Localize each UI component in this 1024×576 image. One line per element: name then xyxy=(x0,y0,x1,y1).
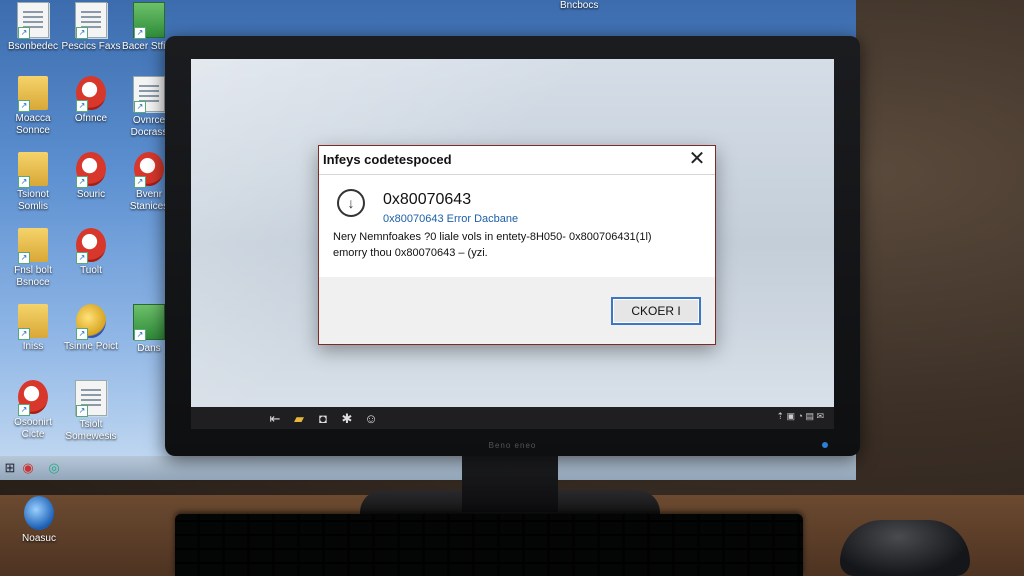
desktop-icon-label: Tuolt xyxy=(80,265,102,276)
document-icon: ↗ xyxy=(75,380,107,417)
back-icon[interactable]: ⇤ xyxy=(267,411,283,427)
desktop-icon[interactable]: ↗ Tuolt xyxy=(60,228,122,277)
desktop-icon[interactable]: ↗ Bsonbedec xyxy=(2,2,64,53)
dialog-body: ↓ 0x80070643 0x80070643 Error Dacbane Ne… xyxy=(319,175,715,277)
desktop-icon-label: Pescics Faxs xyxy=(61,41,121,52)
shortcut-arrow-icon: ↗ xyxy=(18,100,30,112)
power-led xyxy=(822,442,828,448)
desktop-icon[interactable]: ↗ Osoonirt Cicte xyxy=(2,380,64,441)
app-red-icon: ↗ xyxy=(76,76,106,112)
document-icon: ↗ xyxy=(17,2,49,39)
windows-icon[interactable]: ⊞ xyxy=(2,460,18,476)
browser-icon[interactable]: ◎ xyxy=(46,460,62,476)
desktop-icon[interactable]: ↗ Ofnnce xyxy=(60,76,122,125)
app-red-icon: ↗ xyxy=(18,380,48,416)
desktop-icon[interactable]: ↗ Moacca Sonnce xyxy=(2,76,64,137)
app-red-icon: ↗ xyxy=(76,152,106,188)
background-taskbar: ⊞ ◉ ◎ xyxy=(0,456,856,480)
app-green-icon: ↗ xyxy=(133,2,165,39)
desktop-icon-label: Osoonirt Cicte xyxy=(14,417,52,440)
monitor: Infeys codetespoced ✕ ↓ 0x80070643 0x800… xyxy=(165,36,860,456)
shortcut-arrow-icon: ↗ xyxy=(76,176,88,188)
desktop-icon[interactable]: ↗ Tsinne Poict xyxy=(60,304,122,353)
desktop-icon[interactable]: ↗ Souric xyxy=(60,152,122,201)
desktop-icon-label: Bsonbedec xyxy=(7,41,59,52)
desktop-top-label: Bncbocs xyxy=(560,0,599,11)
folder-icon: ↗ xyxy=(18,304,48,340)
desktop-icon-label: Moacca Sonnce xyxy=(15,113,51,136)
ok-button[interactable]: CKOER I xyxy=(611,297,701,325)
keyboard xyxy=(175,514,803,576)
shortcut-arrow-icon: ↗ xyxy=(134,176,146,188)
camera-icon[interactable]: ◘ xyxy=(315,411,331,427)
desktop-icon-label: Tsiolt Somewesis xyxy=(65,419,117,442)
desktop-icon[interactable]: ↗ Fnsl bolt Bsnoce xyxy=(2,228,64,289)
error-subtitle-link[interactable]: 0x80070643 Error Dacbane xyxy=(383,213,518,225)
desktop-icon-label: Noasuc xyxy=(22,533,56,544)
app-red-icon: ↗ xyxy=(76,228,106,264)
app-yellow-icon: ↗ xyxy=(76,304,106,340)
desktop-icon-label: Tsionot Somlis xyxy=(17,189,49,212)
mouse xyxy=(840,520,970,576)
error-message-line-2: emorry thou 0x80070643 – (yzi. xyxy=(333,247,488,259)
user-icon[interactable]: ☺ xyxy=(363,411,379,427)
shortcut-arrow-icon: ↗ xyxy=(134,101,146,113)
download-info-icon: ↓ xyxy=(337,189,365,217)
shortcut-arrow-icon: ↗ xyxy=(76,328,88,340)
desktop-icon-label: Souric xyxy=(76,189,106,200)
desktop-icon-label: Fnsl bolt Bsnoce xyxy=(14,265,52,288)
dialog-title: Infeys codetespoced xyxy=(323,152,452,167)
shortcut-arrow-icon: ↗ xyxy=(76,405,88,417)
shortcut-arrow-icon: ↗ xyxy=(18,27,30,39)
shortcut-arrow-icon: ↗ xyxy=(76,27,88,39)
shortcut-arrow-icon: ↗ xyxy=(76,100,88,112)
shortcut-arrow-icon: ↗ xyxy=(18,252,30,264)
shortcut-arrow-icon: ↗ xyxy=(76,252,88,264)
monitor-screen: Infeys codetespoced ✕ ↓ 0x80070643 0x800… xyxy=(191,59,834,429)
dialog-titlebar: Infeys codetespoced ✕ xyxy=(319,146,715,175)
screen-taskbar: ⇤ ▰ ◘ ✱ ☺ ⇡ ▣ ◔ ▤ ✉ xyxy=(191,407,834,429)
system-tray[interactable]: ⇡ ▣ ◔ ▤ ✉ xyxy=(776,411,824,422)
folder-icon: ↗ xyxy=(18,228,48,264)
document-icon: ↗ xyxy=(133,76,165,113)
error-message: Nery Nemnfoakes ?0 liale vols in entety-… xyxy=(333,229,707,261)
shortcut-arrow-icon: ↗ xyxy=(134,27,146,39)
shortcut-arrow-icon: ↗ xyxy=(18,404,30,416)
shortcut-arrow-icon: ↗ xyxy=(134,329,146,341)
desktop-icon[interactable]: ↗ Pescics Faxs xyxy=(60,2,122,53)
shortcut-arrow-icon: ↗ xyxy=(18,176,30,188)
close-button[interactable]: ✕ xyxy=(685,148,709,172)
folder-icon: ↗ xyxy=(18,76,48,112)
desktop-icon[interactable]: ↗ Tsionot Somlis xyxy=(2,152,64,213)
globe-icon xyxy=(24,496,54,530)
document-icon: ↗ xyxy=(75,2,107,39)
gear-icon[interactable]: ✱ xyxy=(339,411,355,427)
desktop-icon-label: Ofnnce xyxy=(74,113,108,124)
desktop-icon[interactable]: ↗ Iniss xyxy=(2,304,64,353)
app-red-icon: ↗ xyxy=(134,152,164,188)
app-green-icon: ↗ xyxy=(133,304,165,341)
error-code: 0x80070643 xyxy=(383,191,472,208)
desktop-icon[interactable]: ↗ Tsiolt Somewesis xyxy=(60,380,122,443)
desktop-icon-bottom[interactable]: Noasuc xyxy=(8,496,70,545)
error-dialog: Infeys codetespoced ✕ ↓ 0x80070643 0x800… xyxy=(318,145,716,345)
desktop-icon-label: Iniss xyxy=(22,341,44,352)
shortcut-arrow-icon: ↗ xyxy=(18,328,30,340)
error-message-line-1: Nery Nemnfoakes ?0 liale vols in entety-… xyxy=(333,231,652,243)
chrome-icon[interactable]: ◉ xyxy=(20,460,36,476)
dialog-footer: CKOER I xyxy=(319,277,715,343)
monitor-brand: Beno eneo xyxy=(488,441,537,450)
desktop-icon-label: Tsinne Poict xyxy=(64,341,118,352)
monitor-stand xyxy=(462,456,558,512)
folder-icon: ↗ xyxy=(18,152,48,188)
folder-icon[interactable]: ▰ xyxy=(291,411,307,427)
